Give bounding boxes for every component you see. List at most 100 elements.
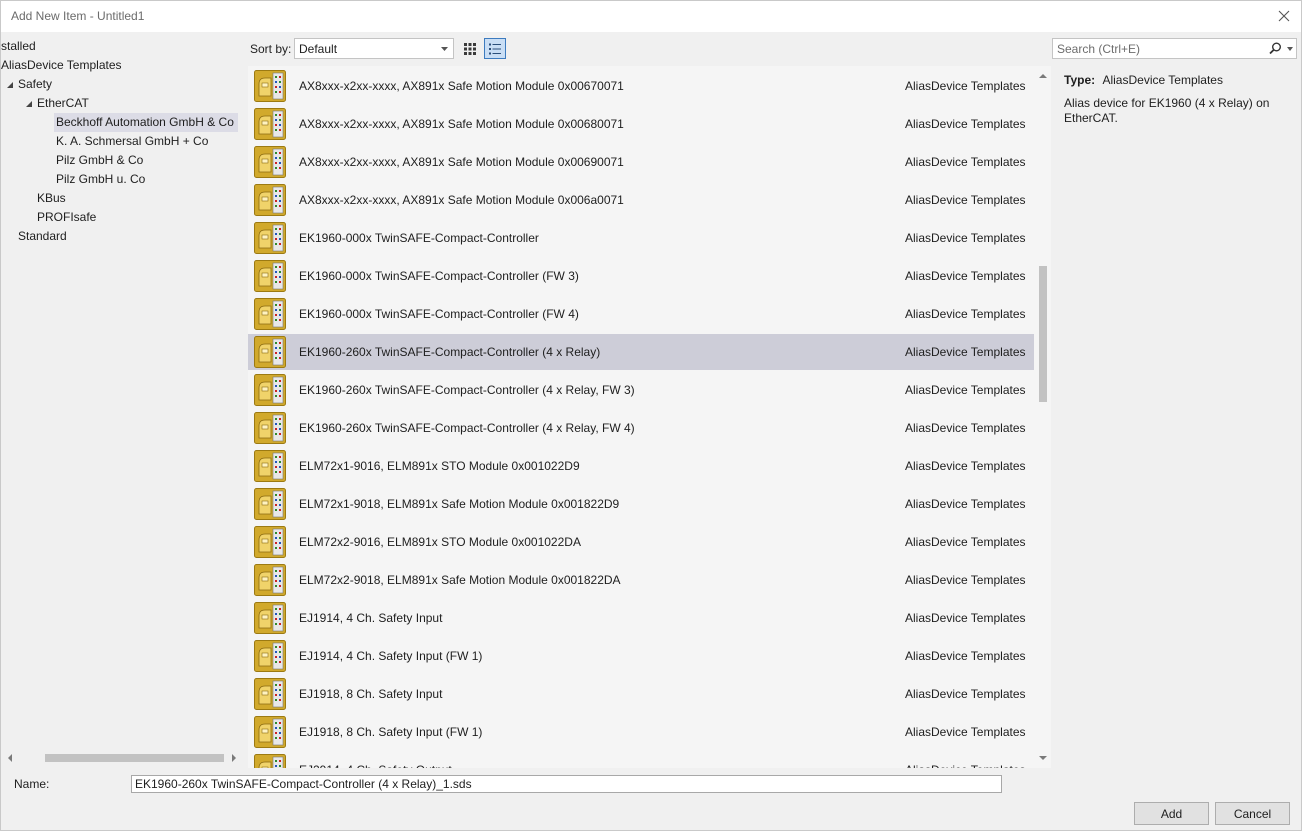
item-category: AliasDevice Templates [905, 193, 1026, 207]
safety-device-icon [254, 526, 286, 558]
scroll-left-icon[interactable] [5, 752, 15, 764]
search-input[interactable] [1057, 42, 1262, 56]
item-name: EJ1914, 4 Ch. Safety Input (FW 1) [299, 649, 483, 663]
grid-view-icon [464, 42, 476, 55]
item-name: EJ1918, 8 Ch. Safety Input (FW 1) [299, 725, 483, 739]
safety-device-icon [254, 412, 286, 444]
name-input[interactable] [131, 775, 1002, 793]
list-item[interactable]: ELM72x2-9016, ELM891x STO Module 0x00102… [248, 524, 1034, 560]
item-name: AX8xxx-x2xx-xxxx, AX891x Safe Motion Mod… [299, 193, 624, 207]
item-name: EJ2914, 4 Ch. Safety Output [299, 763, 452, 768]
tree-item[interactable]: Pilz GmbH u. Co [54, 170, 149, 189]
list-item[interactable]: EK1960-000x TwinSAFE-Compact-Controller A… [248, 220, 1034, 256]
list-item[interactable]: EK1960-260x TwinSAFE-Compact-Controller … [248, 334, 1034, 370]
cancel-button[interactable]: Cancel [1215, 802, 1290, 825]
tree-item[interactable]: PROFIsafe [35, 208, 100, 227]
tree-item[interactable]: AliasDevice Templates [1, 56, 126, 75]
title-bar: Add New Item - Untitled1 [1, 1, 1301, 32]
item-name: EK1960-260x TwinSAFE-Compact-Controller … [299, 345, 601, 359]
list-item[interactable]: EJ1918, 8 Ch. Safety Input AliasDevice Te… [248, 676, 1034, 712]
close-button[interactable] [1273, 5, 1295, 27]
sort-by-dropdown[interactable]: Default [294, 38, 454, 59]
list-item[interactable]: EK1960-000x TwinSAFE-Compact-Controller … [248, 258, 1034, 294]
item-category: AliasDevice Templates [905, 383, 1026, 397]
expand-arrow-icon[interactable] [5, 80, 15, 90]
tree-item-label: PROFIsafe [37, 210, 97, 224]
list-item[interactable]: AX8xxx-x2xx-xxxx, AX891x Safe Motion Mod… [248, 182, 1034, 218]
tree-item[interactable]: K. A. Schmersal GmbH + Co [54, 132, 212, 151]
tree-item-label: Pilz GmbH & Co [56, 153, 144, 167]
tree-item-label: Pilz GmbH u. Co [56, 172, 146, 186]
chevron-down-icon [441, 47, 448, 51]
item-name: ELM72x1-9018, ELM891x Safe Motion Module… [299, 497, 620, 511]
add-new-item-dialog: Add New Item - Untitled1 stalled AliasDev… [0, 0, 1302, 831]
list-view-button[interactable] [484, 38, 506, 59]
list-item[interactable]: AX8xxx-x2xx-xxxx, AX891x Safe Motion Mod… [248, 106, 1034, 142]
type-value: AliasDevice Templates [1102, 73, 1223, 87]
item-category: AliasDevice Templates [905, 763, 1026, 768]
item-category: AliasDevice Templates [905, 345, 1026, 359]
tree-item[interactable]: Pilz GmbH & Co [54, 151, 147, 170]
tree-horizontal-scrollbar[interactable] [1, 749, 244, 766]
tree-item[interactable]: Standard [16, 227, 71, 246]
list-item[interactable]: ELM72x2-9018, ELM891x Safe Motion Module… [248, 562, 1034, 598]
item-name: AX8xxx-x2xx-xxxx, AX891x Safe Motion Mod… [299, 155, 624, 169]
list-item[interactable]: EK1960-000x TwinSAFE-Compact-Controller … [248, 296, 1034, 332]
search-field[interactable] [1052, 38, 1297, 59]
list-item[interactable]: EK1960-260x TwinSAFE-Compact-Controller … [248, 372, 1034, 408]
tree-item[interactable]: stalled [1, 37, 40, 56]
medium-icons-view-button[interactable] [459, 38, 481, 59]
list-item[interactable]: EK1960-260x TwinSAFE-Compact-Controller … [248, 410, 1034, 446]
type-label: Type: [1064, 73, 1096, 87]
scroll-right-icon[interactable] [229, 752, 239, 764]
add-button[interactable]: Add [1134, 802, 1209, 825]
list-item[interactable]: EJ1914, 4 Ch. Safety Input AliasDevice Te… [248, 600, 1034, 636]
tree-item[interactable]: Beckhoff Automation GmbH & Co [54, 113, 238, 132]
item-name: EK1960-260x TwinSAFE-Compact-Controller … [299, 421, 635, 435]
item-category: AliasDevice Templates [905, 535, 1026, 549]
item-category: AliasDevice Templates [905, 649, 1026, 663]
list-item[interactable]: EJ1918, 8 Ch. Safety Input (FW 1) AliasDe… [248, 714, 1034, 750]
scrollbar-thumb[interactable] [1039, 266, 1047, 402]
item-category: AliasDevice Templates [905, 687, 1026, 701]
template-list: AX8xxx-x2xx-xxxx, AX891x Safe Motion Mod… [248, 66, 1034, 768]
item-name: ELM72x2-9018, ELM891x Safe Motion Module… [299, 573, 621, 587]
list-vertical-scrollbar[interactable] [1034, 66, 1051, 768]
tree-item[interactable]: EtherCAT [35, 94, 93, 113]
safety-device-icon [254, 716, 286, 748]
tree-item-label: Standard [18, 229, 67, 243]
safety-device-icon [254, 260, 286, 292]
scroll-up-icon[interactable] [1037, 71, 1049, 81]
scroll-down-icon[interactable] [1037, 753, 1049, 763]
close-icon [1278, 10, 1290, 22]
list-item[interactable]: AX8xxx-x2xx-xxxx, AX891x Safe Motion Mod… [248, 144, 1034, 180]
list-item[interactable]: EJ2914, 4 Ch. Safety Output AliasDevice T… [248, 752, 1034, 768]
safety-device-icon [254, 298, 286, 330]
safety-device-icon [254, 564, 286, 596]
list-view-icon [489, 43, 501, 54]
tree-item[interactable]: Safety [16, 75, 56, 94]
item-category: AliasDevice Templates [905, 497, 1026, 511]
item-name: AX8xxx-x2xx-xxxx, AX891x Safe Motion Mod… [299, 79, 624, 93]
scrollbar-thumb[interactable] [45, 754, 224, 762]
tree-item[interactable]: KBus [35, 189, 70, 208]
item-category: AliasDevice Templates [905, 269, 1026, 283]
list-item[interactable]: EJ1914, 4 Ch. Safety Input (FW 1) AliasDe… [248, 638, 1034, 674]
safety-device-icon [254, 108, 286, 140]
expand-arrow-icon[interactable] [24, 99, 34, 109]
item-name: EK1960-000x TwinSAFE-Compact-Controller [299, 231, 539, 245]
type-row: Type: AliasDevice Templates [1064, 72, 1294, 88]
item-name: ELM72x1-9016, ELM891x STO Module 0x00102… [299, 459, 580, 473]
safety-device-icon [254, 336, 286, 368]
item-category: AliasDevice Templates [905, 79, 1026, 93]
list-item[interactable]: AX8xxx-x2xx-xxxx, AX891x Safe Motion Mod… [248, 68, 1034, 104]
item-category: AliasDevice Templates [905, 611, 1026, 625]
chevron-down-icon[interactable] [1287, 47, 1293, 51]
search-icon[interactable] [1269, 42, 1282, 55]
list-item[interactable]: ELM72x1-9016, ELM891x STO Module 0x00102… [248, 448, 1034, 484]
tree-item-label: Safety [18, 77, 53, 91]
item-name: EJ1918, 8 Ch. Safety Input [299, 687, 443, 701]
list-item[interactable]: ELM72x1-9018, ELM891x Safe Motion Module… [248, 486, 1034, 522]
safety-device-icon [254, 754, 286, 768]
item-category: AliasDevice Templates [905, 307, 1026, 321]
